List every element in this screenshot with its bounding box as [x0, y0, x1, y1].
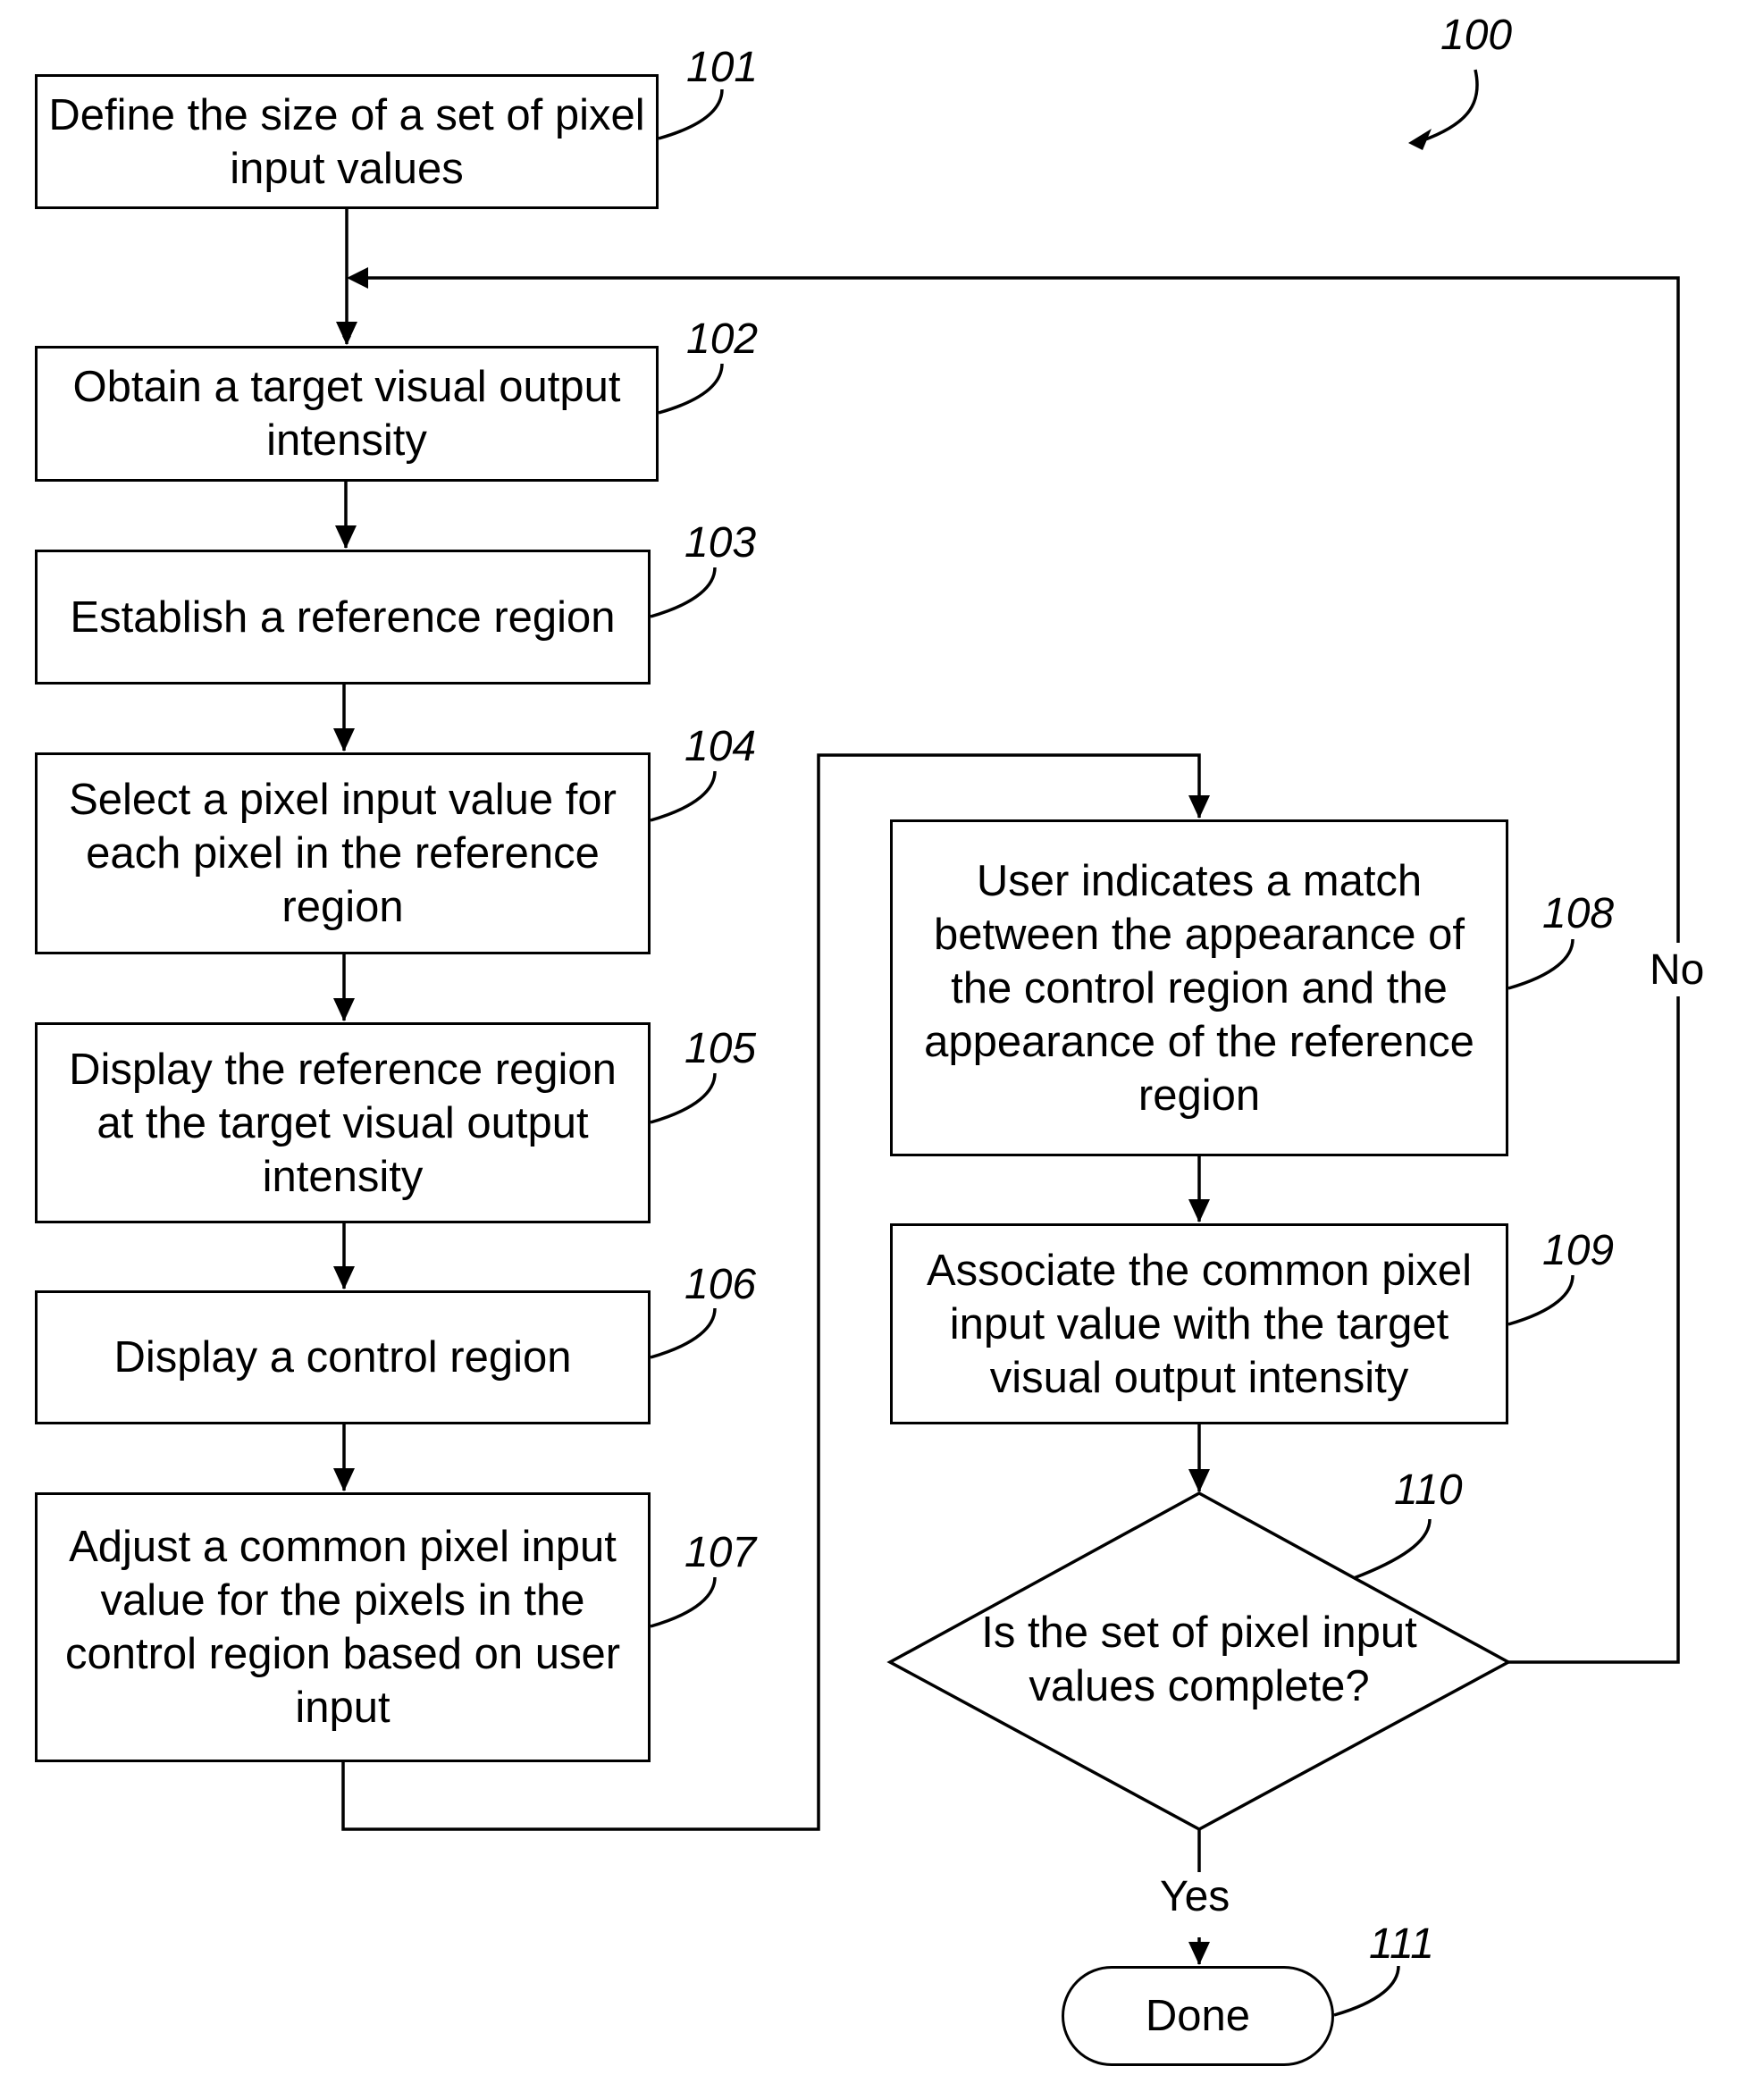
ref-leader-108 [1507, 938, 1574, 990]
ref-107: 107 [684, 1529, 757, 1576]
no-label: No [1650, 946, 1705, 994]
arrowhead-101-102 [336, 322, 357, 345]
ref-leader-110 [1353, 1518, 1432, 1580]
arrowhead-105-106 [333, 1266, 355, 1289]
ref-110: 110 [1394, 1466, 1463, 1514]
no-loop-line [1508, 996, 1680, 1664]
arrowhead-104-105 [333, 998, 355, 1021]
step-104-text: Select a pixel input value for each pixe… [69, 776, 617, 931]
ref-108: 108 [1542, 890, 1615, 937]
ref-leader-105 [650, 1072, 717, 1124]
step-103-text: Establish a reference region [70, 592, 616, 642]
decision-text: Is the set of pixel input values complet… [981, 1609, 1417, 1710]
arrowhead-109-110 [1188, 1469, 1210, 1492]
ref-leader-103 [650, 567, 717, 618]
ref-105: 105 [684, 1025, 757, 1072]
ref-106: 106 [684, 1261, 757, 1308]
step-101-text: Define the size of a set of pixel input … [48, 90, 645, 193]
step-109-text: Associate the common pixel input value w… [926, 1246, 1473, 1402]
ref-101: 101 [686, 44, 759, 91]
step-108-box: User indicates a match between the appea… [890, 819, 1508, 1156]
step-107-box: Adjust a common pixel input value for th… [35, 1492, 651, 1762]
step-102-box: Obtain a target visual output intensity [35, 346, 659, 482]
ref-103: 103 [684, 519, 757, 567]
ref-leader-101 [658, 88, 724, 140]
done-terminal: Done [1062, 1966, 1334, 2066]
ref-109: 109 [1542, 1227, 1615, 1274]
arrowhead-to-108 [1188, 795, 1210, 819]
step-106-box: Display a control region [35, 1290, 651, 1424]
yes-label: Yes [1160, 1873, 1230, 1920]
figure-ref-100: 100 [1440, 12, 1513, 59]
step-102-text: Obtain a target visual output intensity [72, 363, 621, 465]
step-101-box: Define the size of a set of pixel input … [35, 74, 659, 209]
step-103-box: Establish a reference region [35, 550, 651, 685]
arrowhead-102-103 [335, 525, 357, 549]
done-text: Done [1145, 1992, 1251, 2040]
arrowhead-108-109 [1188, 1199, 1210, 1222]
ref-leader-107 [650, 1576, 717, 1628]
ref-102: 102 [686, 315, 759, 363]
ref-104: 104 [684, 723, 757, 770]
arrowhead-106-107 [333, 1468, 355, 1491]
step-106-text: Display a control region [113, 1333, 572, 1382]
arrowhead-to-done [1188, 1942, 1210, 1965]
step-105-text: Display the reference region at the targ… [69, 1045, 617, 1201]
ref-leader-109 [1507, 1274, 1574, 1326]
step-105-box: Display the reference region at the targ… [35, 1022, 651, 1223]
arrowhead-loop [347, 267, 368, 289]
ref-111: 111 [1369, 1920, 1434, 1968]
ref-leader-106 [650, 1307, 717, 1359]
step-104-box: Select a pixel input value for each pixe… [35, 752, 651, 954]
step-109-box: Associate the common pixel input value w… [890, 1223, 1508, 1424]
ref-leader-104 [650, 770, 717, 822]
ref-leader-102 [658, 363, 724, 415]
step-108-text: User indicates a match between the appea… [924, 856, 1474, 1120]
ref-leader-111 [1333, 1965, 1400, 2017]
arrowhead-103-104 [333, 728, 355, 752]
step-107-text: Adjust a common pixel input value for th… [64, 1523, 621, 1732]
